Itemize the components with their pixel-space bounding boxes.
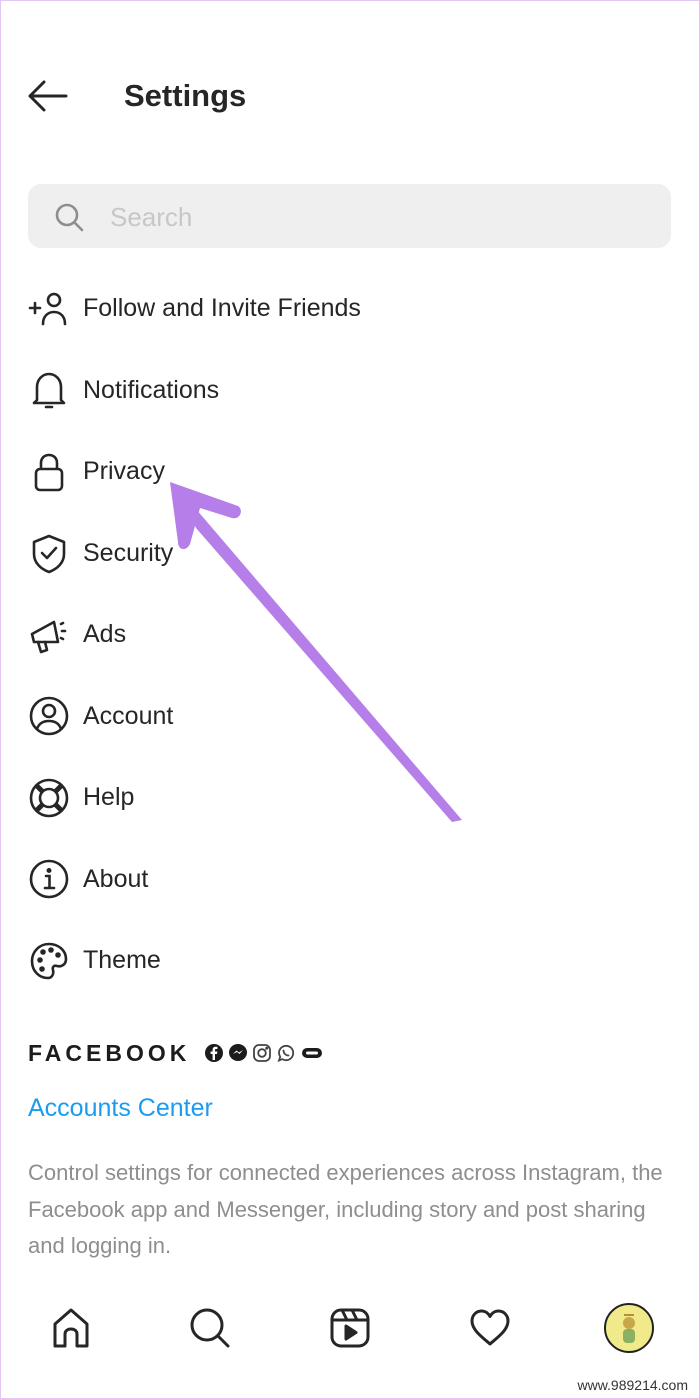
nav-home-button[interactable] <box>45 1302 97 1354</box>
search-icon <box>190 1308 230 1348</box>
oculus-icon <box>302 1048 323 1058</box>
page-title: Settings <box>124 78 247 113</box>
menu-item-follow-invite[interactable]: Follow and Invite Friends <box>0 268 700 350</box>
accounts-center-description: Control settings for connected experienc… <box>28 1160 663 1258</box>
nav-reels-button[interactable] <box>324 1302 376 1354</box>
messenger-icon <box>229 1044 248 1061</box>
header: Settings <box>0 60 700 132</box>
nav-search-button[interactable] <box>184 1302 236 1354</box>
menu-item-theme[interactable]: Theme <box>0 920 700 1002</box>
lock-icon <box>28 451 70 493</box>
megaphone-icon <box>28 614 70 656</box>
info-icon <box>28 858 70 900</box>
menu-item-ads[interactable]: Ads <box>0 594 700 676</box>
search-icon <box>55 203 84 232</box>
menu-item-account[interactable]: Account <box>0 676 700 758</box>
heart-icon <box>470 1309 510 1346</box>
menu-item-about[interactable]: About <box>0 839 700 921</box>
nav-activity-button[interactable] <box>464 1302 516 1354</box>
bell-icon <box>28 369 70 411</box>
profile-avatar <box>604 1303 654 1353</box>
back-button[interactable] <box>26 76 70 116</box>
search-bar[interactable] <box>28 184 671 248</box>
account-circle-icon <box>28 695 70 737</box>
facebook-icon <box>205 1044 224 1062</box>
bottom-navigation <box>0 1290 700 1370</box>
home-icon <box>53 1308 89 1348</box>
palette-icon <box>28 940 70 982</box>
add-person-icon <box>28 288 70 330</box>
shield-check-icon <box>28 532 70 574</box>
facebook-section-header: FACEBOOK <box>28 1038 324 1068</box>
watermark: www.989214.com <box>577 1377 688 1393</box>
whatsapp-icon <box>277 1044 295 1063</box>
instagram-icon <box>253 1044 272 1062</box>
reels-icon <box>330 1308 370 1348</box>
meta-app-icons <box>204 1043 324 1063</box>
accounts-center-link[interactable]: Accounts Center <box>28 1094 213 1123</box>
arrow-left-icon <box>28 80 68 112</box>
search-input[interactable] <box>108 196 652 238</box>
menu-item-privacy[interactable]: Privacy <box>0 431 700 513</box>
facebook-wordmark: FACEBOOK <box>28 1039 191 1066</box>
settings-menu: Follow and Invite Friends Notifications … <box>0 268 700 1002</box>
lifebuoy-icon <box>28 777 70 819</box>
menu-item-security[interactable]: Security <box>0 513 700 595</box>
menu-item-help[interactable]: Help <box>0 757 700 839</box>
nav-profile-button[interactable] <box>603 1302 655 1354</box>
menu-item-notifications[interactable]: Notifications <box>0 350 700 432</box>
